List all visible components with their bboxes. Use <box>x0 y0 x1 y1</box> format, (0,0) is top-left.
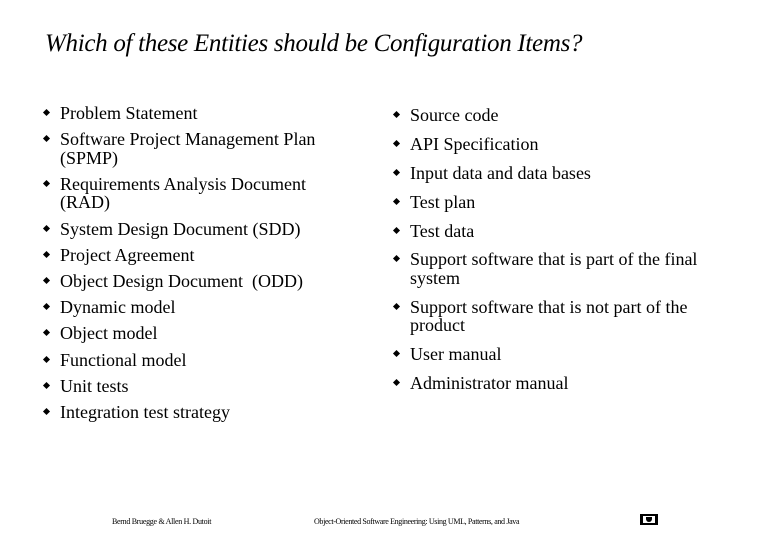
list-item-text: Test plan <box>410 191 476 212</box>
diamond-bullet-icon <box>394 199 400 205</box>
diamond-bullet-icon <box>394 170 400 176</box>
footer-book-title: Object-Oriented Software Engineering: Us… <box>314 517 520 526</box>
list-item: User manual <box>394 345 754 364</box>
list-item-text: Input data and data bases <box>410 162 591 183</box>
diamond-bullet-icon <box>44 226 50 232</box>
list-item-text: Project Agreement <box>60 244 195 265</box>
slide-title: Which of these Entities should be Config… <box>45 30 583 57</box>
diamond-bullet-icon <box>394 304 400 310</box>
diamond-bullet-icon <box>44 181 50 187</box>
list-item: Dynamic model <box>44 298 364 317</box>
list-item: Integration test strategy <box>44 403 364 422</box>
diamond-bullet-icon <box>44 110 50 116</box>
right-bullet-list: Source code API Specification Input data… <box>394 106 754 403</box>
diamond-bullet-icon <box>44 383 50 389</box>
left-bullet-list: Problem Statement Software Project Manag… <box>44 104 364 429</box>
diamond-bullet-icon <box>44 330 50 336</box>
list-item-text: Object model <box>60 323 158 344</box>
diamond-bullet-icon <box>44 136 50 142</box>
list-item-text: Support software that is not part of the… <box>410 296 688 336</box>
list-item: System Design Document (SDD) <box>44 218 364 239</box>
list-item: Project Agreement <box>44 246 364 265</box>
diamond-bullet-icon <box>44 252 50 258</box>
list-item-text: Functional model <box>60 349 187 370</box>
list-item-text: Object Design Document (ODD) <box>60 270 303 291</box>
diamond-bullet-icon <box>44 357 50 363</box>
list-item: Administrator manual <box>394 374 754 393</box>
diamond-bullet-icon <box>44 278 50 284</box>
list-item-text: Software Project Management Plan (SPMP) <box>60 129 316 168</box>
diamond-bullet-icon <box>394 351 400 357</box>
list-item: Object Design Document (ODD) <box>44 272 364 291</box>
list-item-text: Unit tests <box>60 375 129 396</box>
list-item: Input data and data bases <box>394 164 754 183</box>
diamond-bullet-icon <box>394 112 400 118</box>
footer-authors: Bernd Bruegge & Allen H. Dutoit <box>112 517 212 526</box>
list-item: API Specification <box>394 135 754 154</box>
list-item-text: Problem Statement <box>60 103 198 123</box>
list-item: Support software that is part of the fin… <box>394 250 710 287</box>
list-item-text: User manual <box>410 344 502 365</box>
list-item: Software Project Management Plan (SPMP) <box>44 130 350 167</box>
diamond-bullet-icon <box>394 228 400 234</box>
list-item: Test data <box>394 220 754 241</box>
list-item-text: Source code <box>410 105 499 125</box>
list-item: Object model <box>44 324 364 343</box>
list-item-text: Test data <box>410 220 475 241</box>
list-item-text: System Design Document (SDD) <box>60 218 301 239</box>
list-item: Support software that is not part of the… <box>394 298 745 335</box>
list-item: Test plan <box>394 191 754 212</box>
diamond-bullet-icon <box>394 141 400 147</box>
list-item: Functional model <box>44 349 364 370</box>
list-item-text: Support software that is part of the fin… <box>410 249 698 288</box>
list-item-text: Requirements Analysis Document (RAD) <box>60 173 306 213</box>
diamond-bullet-icon <box>44 304 50 310</box>
list-item: Source code <box>394 106 754 125</box>
diamond-bullet-icon <box>394 380 400 386</box>
list-item: Problem Statement <box>44 104 364 123</box>
list-item: Requirements Analysis Document (RAD) <box>44 175 350 212</box>
list-item-text: Integration test strategy <box>60 401 230 422</box>
list-item-text: Dynamic model <box>60 297 176 318</box>
list-item-text: Administrator manual <box>410 373 569 394</box>
university-logo-icon <box>640 514 658 525</box>
list-item: Unit tests <box>44 375 364 396</box>
list-item-text: API Specification <box>410 133 539 154</box>
diamond-bullet-icon <box>44 409 50 415</box>
diamond-bullet-icon <box>394 256 400 262</box>
